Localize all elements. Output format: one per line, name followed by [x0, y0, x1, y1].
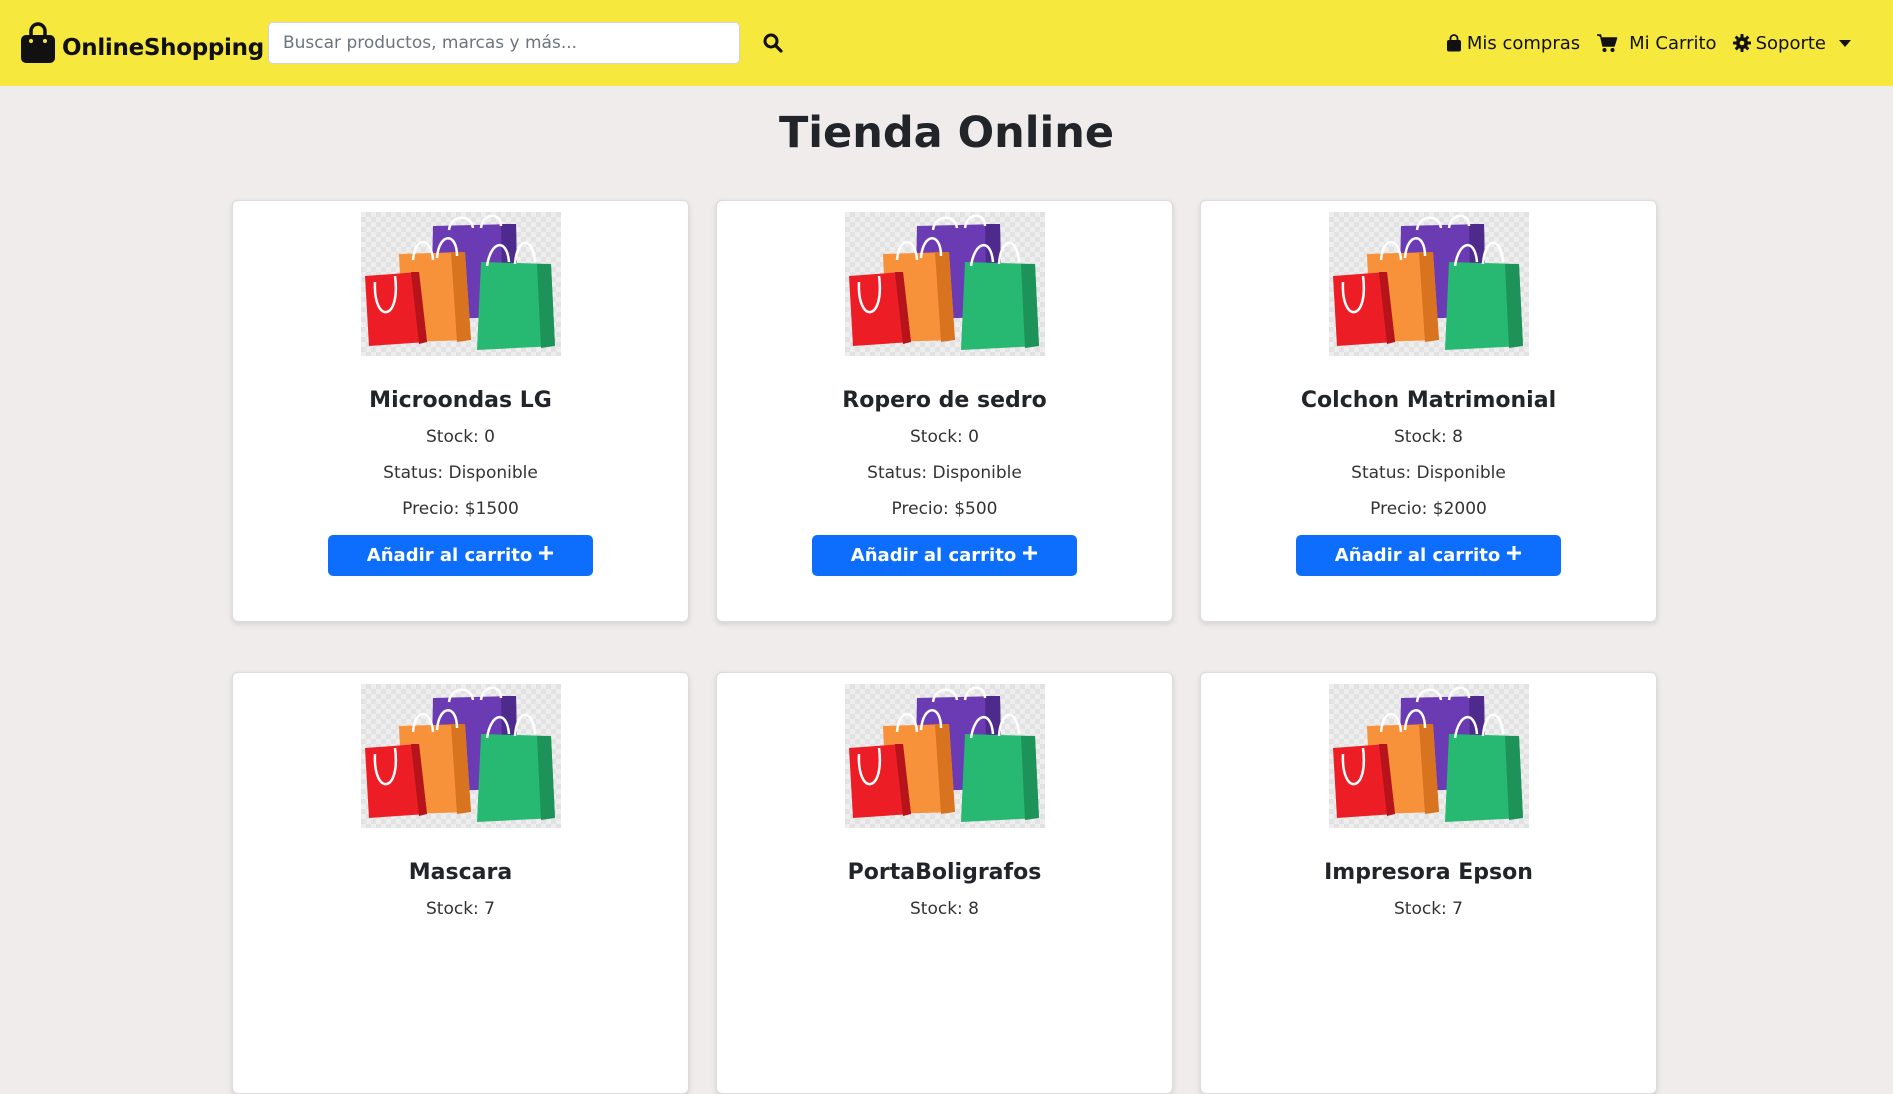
product-status: Status: Disponible: [1351, 463, 1506, 483]
shopping-bags-image: [1331, 214, 1524, 352]
add-to-cart-button[interactable]: Añadir al carrito: [812, 535, 1077, 576]
product-name: Impresora Epson: [1324, 860, 1533, 885]
nav-purchases-link[interactable]: Mis compras: [1446, 33, 1580, 54]
product-grid: Microondas LG Stock: 0 Status: Disponibl…: [232, 200, 1657, 1094]
shopping-bags-image: [1331, 686, 1524, 824]
product-card: Impresora Epson Stock: 7: [1200, 672, 1657, 1094]
product-stock: Stock: 8: [1393, 427, 1463, 447]
chevron-down-icon: [1839, 39, 1851, 47]
product-stock: Stock: 0: [425, 427, 495, 447]
product-name: Mascara: [408, 860, 513, 885]
navbar: OnlineShopping Mis compras Mi Carrito: [0, 0, 1893, 86]
nav-support-dropdown[interactable]: Soporte: [1732, 32, 1851, 54]
cart-icon: [1597, 34, 1618, 52]
add-to-cart-button[interactable]: Añadir al carrito: [328, 535, 593, 576]
page-title: Tienda Online: [778, 108, 1115, 158]
search-icon: [763, 33, 783, 53]
product-name: Microondas LG: [369, 388, 552, 413]
bag-icon: [1446, 34, 1461, 52]
plus-icon: [1022, 545, 1038, 566]
product-image: [844, 684, 1045, 828]
gear-icon: [1732, 34, 1751, 52]
product-price: Precio: $1500: [402, 499, 519, 519]
product-stock: Stock: 7: [1393, 899, 1463, 919]
brand-link[interactable]: OnlineShopping: [20, 18, 264, 64]
product-stock: Stock: 8: [909, 899, 979, 919]
product-price: Precio: $500: [891, 499, 998, 519]
nav-links: Mis compras Mi Carrito Soporte: [1446, 0, 1851, 86]
product-image: [360, 684, 561, 828]
shopping-bags-image: [363, 214, 556, 352]
product-stock: Stock: 7: [425, 899, 495, 919]
product-price: Precio: $2000: [1370, 499, 1487, 519]
product-image: [360, 212, 561, 356]
product-card: Microondas LG Stock: 0 Status: Disponibl…: [232, 200, 689, 622]
search-input[interactable]: [268, 22, 740, 64]
search-button[interactable]: [757, 27, 789, 59]
product-name: Ropero de sedro: [842, 388, 1047, 413]
product-image: [844, 212, 1045, 356]
product-name: PortaBoligrafos: [847, 860, 1042, 885]
product-card: Mascara Stock: 7: [232, 672, 689, 1094]
product-image: [1328, 684, 1529, 828]
product-card: Colchon Matrimonial Stock: 8 Status: Dis…: [1200, 200, 1657, 622]
product-status: Status: Disponible: [383, 463, 538, 483]
product-card: Ropero de sedro Stock: 0 Status: Disponi…: [716, 200, 1173, 622]
product-name: Colchon Matrimonial: [1300, 388, 1557, 413]
nav-cart-link[interactable]: Mi Carrito: [1596, 32, 1717, 54]
nav-cart-label: Mi Carrito: [1629, 32, 1717, 54]
product-status: Status: Disponible: [867, 463, 1022, 483]
product-stock: Stock: 0: [909, 427, 979, 447]
shopping-bags-image: [363, 686, 556, 824]
shopping-bags-image: [847, 214, 1040, 352]
nav-support-label: Soporte: [1755, 32, 1826, 54]
brand-name: OnlineShopping: [62, 35, 264, 61]
product-card: PortaBoligrafos Stock: 8: [716, 672, 1173, 1094]
product-image: [1328, 212, 1529, 356]
nav-purchases-label: Mis compras: [1466, 32, 1581, 54]
add-to-cart-button[interactable]: Añadir al carrito: [1296, 535, 1561, 576]
shopping-bag-icon: [21, 22, 55, 63]
plus-icon: [538, 545, 554, 566]
plus-icon: [1506, 545, 1522, 566]
shopping-bags-image: [847, 686, 1040, 824]
